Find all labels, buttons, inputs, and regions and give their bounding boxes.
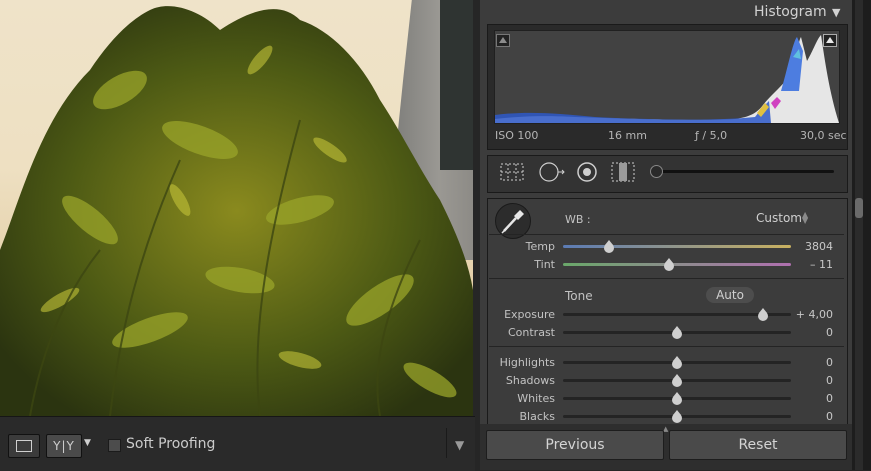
wb-label: WB :	[565, 213, 591, 226]
previous-button[interactable]: Previous	[486, 430, 664, 460]
exposure-label: Exposure	[504, 308, 555, 321]
shadows-label: Shadows	[505, 374, 555, 387]
temp-slider-track[interactable]	[563, 245, 791, 248]
shadows-value[interactable]: 0	[783, 374, 833, 387]
exposure-value[interactable]: + 4,00	[783, 308, 833, 321]
tint-value[interactable]: – 11	[783, 258, 833, 271]
graduated-filter-icon[interactable]	[610, 161, 636, 183]
toolbar-divider	[446, 428, 447, 458]
eyedropper-icon	[501, 210, 524, 234]
tool-slider-track[interactable]	[654, 170, 834, 173]
histogram-graph[interactable]	[494, 30, 840, 124]
red-eye-icon[interactable]	[576, 161, 598, 183]
blacks-value[interactable]: 0	[783, 410, 833, 423]
wb-preset-updown-icon[interactable]: ▲ ▼	[802, 211, 808, 225]
divider	[489, 346, 844, 347]
loupe-view-button[interactable]	[8, 434, 40, 458]
contrast-label: Contrast	[507, 326, 555, 339]
contrast-value[interactable]: 0	[783, 326, 833, 339]
panel-scrollbar-track[interactable]	[855, 0, 863, 470]
compare-view-button[interactable]: Y|Y	[46, 434, 82, 458]
tone-label: Tone	[565, 289, 593, 303]
highlights-value[interactable]: 0	[783, 356, 833, 369]
photo-preview[interactable]	[0, 0, 473, 416]
auto-tone-button[interactable]: Auto	[706, 287, 754, 303]
crop-overlay-icon[interactable]	[499, 162, 525, 182]
divider	[489, 234, 844, 235]
temp-value[interactable]: 3804	[783, 240, 833, 253]
soft-proofing-label: Soft Proofing	[126, 436, 216, 452]
panel-scrollbar-thumb[interactable]	[855, 198, 863, 218]
histogram-title[interactable]: Histogram	[754, 4, 827, 20]
whites-label: Whites	[517, 392, 555, 405]
toolbar-content-dropdown-icon[interactable]: ▼	[455, 438, 464, 452]
reset-button[interactable]: Reset	[669, 430, 847, 460]
temp-label: Temp	[525, 240, 555, 253]
spot-removal-icon[interactable]	[538, 161, 568, 183]
tool-slider-knob[interactable]	[650, 165, 663, 178]
exif-aperture: ƒ / 5,0	[695, 129, 728, 142]
tint-slider-track[interactable]	[563, 263, 791, 266]
exif-shutter: 30,0 sec	[800, 129, 847, 142]
exposure-slider-track[interactable]	[563, 313, 791, 316]
histogram-curve	[495, 35, 839, 123]
tint-label: Tint	[534, 258, 555, 271]
shadow-clipping-toggle[interactable]	[496, 34, 510, 47]
divider	[489, 278, 844, 279]
blacks-label: Blacks	[519, 410, 556, 423]
histogram-collapse-icon[interactable]: ▼	[832, 6, 840, 19]
compare-dropdown-icon[interactable]: ▼	[84, 438, 91, 448]
wb-preset-select[interactable]: Custom	[756, 211, 802, 225]
soft-proofing-checkbox[interactable]	[108, 439, 121, 452]
loupe-view-icon	[16, 440, 32, 452]
photo-foliage	[0, 6, 473, 416]
highlight-clipping-toggle[interactable]	[823, 34, 837, 47]
highlights-label: Highlights	[499, 356, 555, 369]
exif-focal-length: 16 mm	[608, 129, 647, 142]
exif-iso: ISO 100	[495, 129, 539, 142]
whites-value[interactable]: 0	[783, 392, 833, 405]
